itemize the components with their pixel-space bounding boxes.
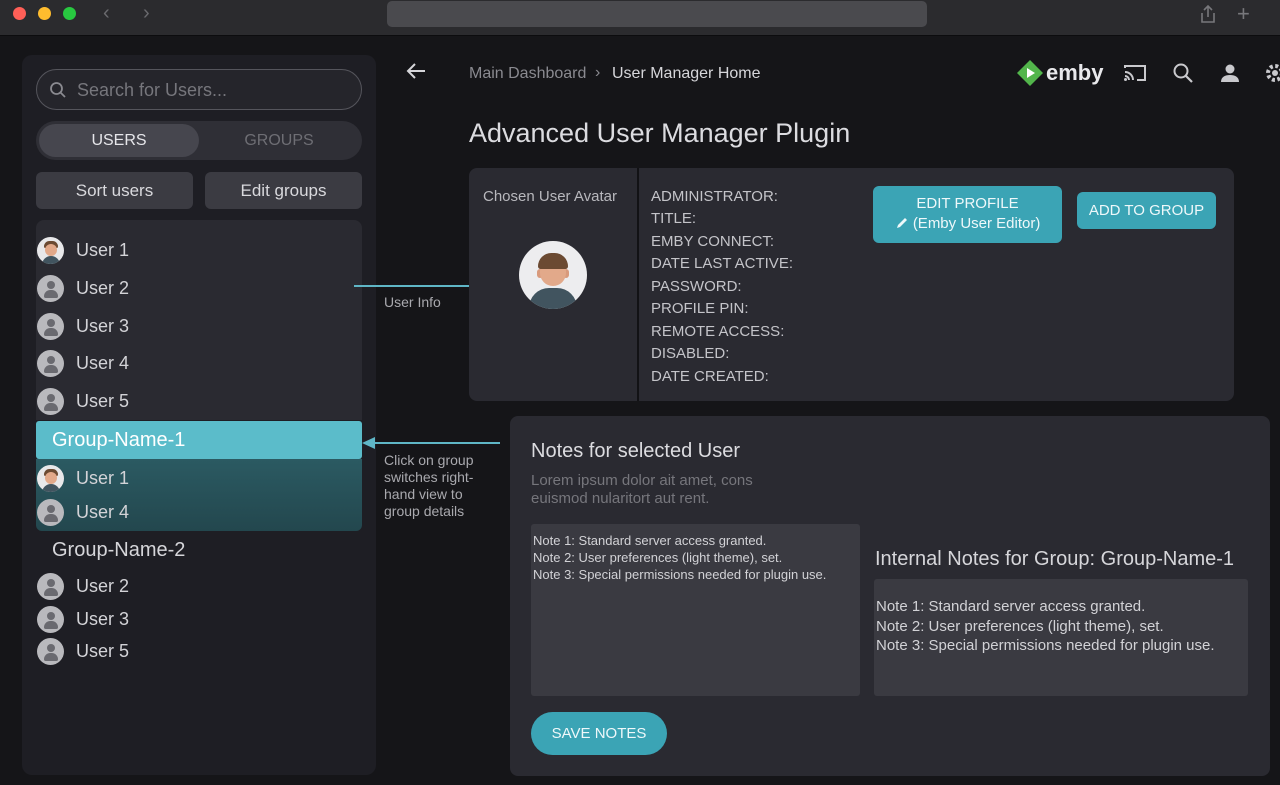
zoom-window-button[interactable] [63, 7, 76, 20]
user-label: User 1 [76, 239, 130, 260]
field-remote-access: REMOTE ACCESS: [651, 323, 785, 340]
user-label: User 4 [76, 352, 130, 373]
browser-back-icon[interactable]: ‹ [103, 2, 110, 25]
tab-users[interactable]: USERS [39, 124, 199, 157]
user-avatar-icon [37, 637, 64, 665]
note-line: Note 3: Special permissions needed for p… [876, 637, 1215, 654]
brand-name: emby [1046, 60, 1104, 85]
group-member-user-1[interactable]: User 1 [37, 463, 129, 493]
user-label: User 5 [76, 640, 130, 661]
user-icon[interactable] [1219, 62, 1241, 89]
list-item-user-1[interactable]: User 1 [37, 235, 129, 265]
user-avatar-icon [37, 572, 64, 600]
note-line: Note 2: User preferences (light theme), … [533, 550, 783, 565]
user-info-annotation: User Info [384, 294, 441, 310]
user-avatar-icon [37, 312, 64, 340]
list-item-user-3[interactable]: User 3 [37, 311, 129, 341]
breadcrumb-current: User Manager Home [612, 65, 761, 82]
notes-description: Lorem ipsum dolor ait amet, cons euismod… [531, 472, 753, 507]
search-icon [50, 82, 66, 98]
search-input[interactable] [77, 78, 347, 102]
list-item-user-5[interactable]: User 5 [37, 386, 129, 416]
breadcrumb-separator: › [595, 64, 601, 81]
user-avatar-icon [37, 349, 64, 377]
group-notes-title: Internal Notes for Group: Group-Name-1 [875, 548, 1235, 570]
note-line: Note 1: Standard server access granted. [876, 598, 1146, 615]
field-date-created: DATE CREATED: [651, 368, 769, 385]
group-header-group-name-1[interactable]: Group-Name-1 [36, 421, 362, 459]
page-title: Advanced User Manager Plugin [469, 118, 851, 148]
share-icon[interactable] [1199, 4, 1217, 29]
user-label: User 3 [76, 608, 130, 629]
address-bar[interactable] [387, 1, 927, 27]
user-label: User 5 [76, 390, 130, 411]
emby-logo-icon [1017, 60, 1043, 86]
field-title: TITLE: [651, 210, 697, 227]
group-click-annotation: Click on group switches right- hand view… [384, 452, 474, 519]
user-avatar-icon [37, 498, 64, 526]
emby-logo[interactable]: emby [1017, 60, 1103, 86]
user-label: User 2 [76, 277, 130, 298]
add-to-group-button[interactable]: ADD TO GROUP [1077, 192, 1216, 229]
save-notes-button[interactable]: SAVE NOTES [531, 712, 667, 755]
user-photo-avatar [37, 464, 64, 492]
field-emby-connect: EMBY CONNECT: [651, 233, 775, 250]
notes-title: Notes for selected User [531, 440, 740, 462]
note-line: Note 1: Standard server access granted. [533, 533, 767, 548]
new-tab-icon[interactable]: + [1237, 1, 1250, 27]
sort-users-button[interactable]: Sort users [36, 172, 193, 209]
list-item-user-4[interactable]: User 4 [37, 348, 129, 378]
user-avatar-icon [37, 605, 64, 633]
tab-groups[interactable]: GROUPS [199, 124, 359, 157]
field-profile-pin: PROFILE PIN: [651, 300, 749, 317]
group-header-group-name-2[interactable]: Group-Name-2 [52, 539, 185, 562]
group-member-user-5[interactable]: User 5 [37, 636, 129, 666]
group-notes-textarea[interactable]: Note 1: Standard server access granted. … [874, 579, 1248, 696]
minimize-window-button[interactable] [38, 7, 51, 20]
gear-icon[interactable] [1264, 62, 1280, 89]
edit-profile-sublabel: (Emby User Editor) [873, 215, 1062, 232]
user-label: User 4 [76, 501, 130, 522]
back-arrow-icon[interactable] [405, 60, 427, 89]
note-line: Note 3: Special permissions needed for p… [533, 567, 827, 582]
cast-icon[interactable] [1123, 62, 1147, 89]
field-password: PASSWORD: [651, 278, 742, 295]
group-member-user-2[interactable]: User 2 [37, 571, 129, 601]
users-groups-toggle: USERS GROUPS [36, 121, 362, 160]
pencil-icon [896, 218, 907, 228]
edit-groups-button[interactable]: Edit groups [205, 172, 362, 209]
note-line: Note 2: User preferences (light theme), … [876, 617, 1164, 635]
user-label: User 2 [76, 575, 130, 596]
avatar-label: Chosen User Avatar [483, 188, 617, 205]
chosen-user-avatar[interactable] [519, 241, 587, 309]
arrow-head-icon [362, 437, 375, 449]
list-item-user-2[interactable]: User 2 [37, 273, 129, 303]
breadcrumb-main-dashboard[interactable]: Main Dashboard [469, 65, 586, 83]
browser-forward-icon[interactable]: › [143, 2, 150, 25]
card-divider [637, 168, 639, 401]
edit-profile-label: EDIT PROFILE [916, 195, 1019, 212]
user-photo-avatar [37, 236, 64, 264]
user-notes-textarea[interactable]: Note 1: Standard server access granted. … [531, 524, 860, 696]
user-label: User 3 [76, 315, 130, 336]
user-label: User 1 [76, 467, 130, 488]
group-member-user-4[interactable]: User 4 [37, 497, 129, 527]
group-member-user-3[interactable]: User 3 [37, 604, 129, 634]
user-avatar-icon [37, 387, 64, 415]
user-sidebar: USERS GROUPS Sort users Edit groups User… [22, 55, 376, 775]
search-icon[interactable] [1172, 62, 1194, 89]
user-avatar-icon [37, 274, 64, 302]
close-window-button[interactable] [13, 7, 26, 20]
field-disabled: DISABLED: [651, 345, 730, 362]
browser-chrome: ‹ › + [0, 0, 1280, 36]
edit-profile-button[interactable]: EDIT PROFILE (Emby User Editor) [873, 186, 1062, 243]
search-box[interactable] [36, 69, 362, 110]
field-administrator: ADMINISTRATOR: [651, 188, 778, 205]
field-date-last-active: DATE LAST ACTIVE: [651, 255, 793, 272]
group-click-arrow [372, 442, 500, 444]
